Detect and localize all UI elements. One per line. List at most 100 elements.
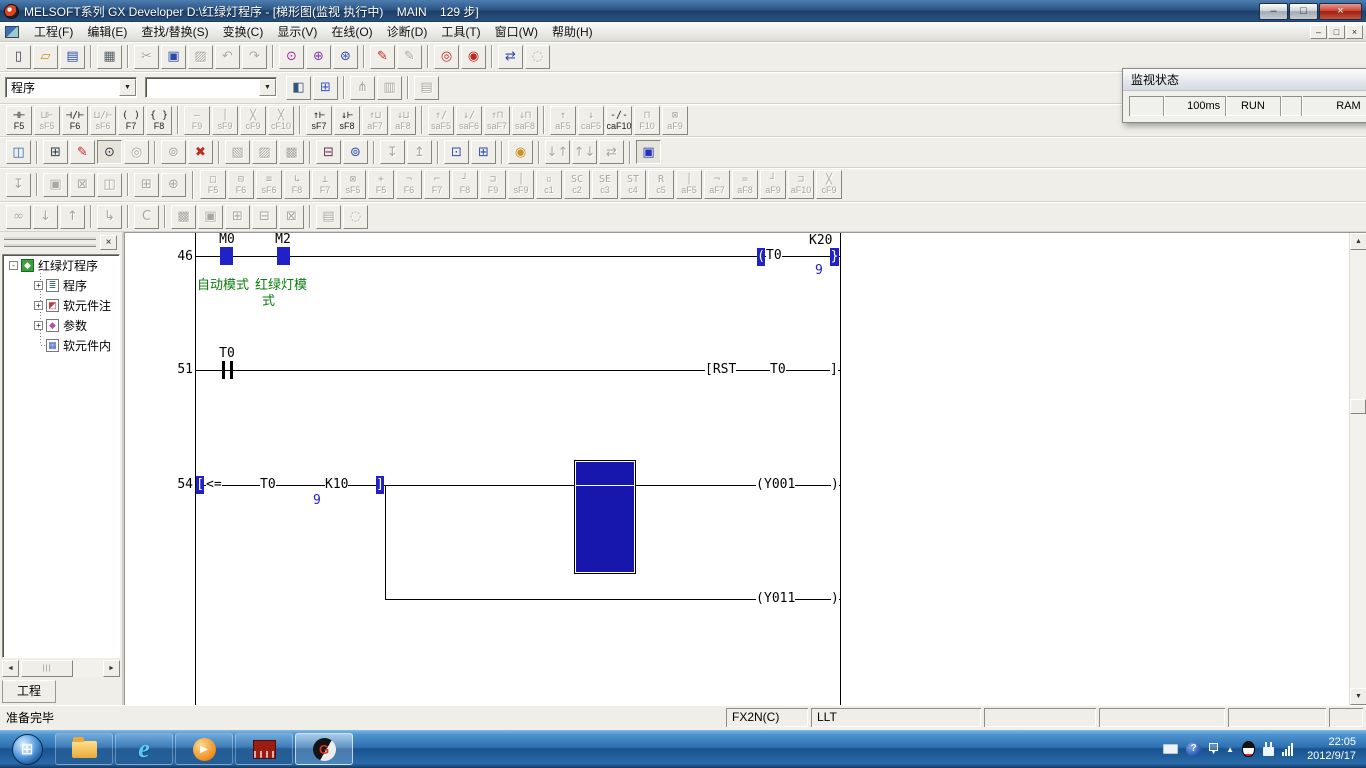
ladder-vertical-scrollbar[interactable]: ▲ ▼ [1349,233,1366,705]
scroll-down-icon[interactable]: ▼ [1350,688,1366,705]
show-hidden-icons[interactable]: ▲ [1226,745,1234,754]
panel-grip[interactable] [4,244,96,247]
tree-item-device-memory[interactable]: ▦ 软元件内 [3,335,119,355]
clock-setting-button[interactable]: ⊚ [343,140,368,164]
contact-coil-zoom-button[interactable]: ◉ [461,45,486,69]
rising-pulse-contact-button[interactable]: ↑⊢ sF7 [306,106,332,135]
write-mode-button[interactable]: ✎ [70,140,95,164]
tree-item-parameter[interactable]: + ◆ 参数 [3,315,119,335]
taskbar-explorer-button[interactable] [55,733,113,765]
monitor-status-window[interactable]: 监视状态 × 100msRUNRAM [1122,68,1366,123]
ladder-marker-button[interactable]: ✎ [370,45,395,69]
menu-item[interactable]: 显示(V) [270,21,324,42]
tree-item-device-comment[interactable]: + ◩ 软元件注 [3,295,119,315]
menu-item[interactable]: 窗口(W) [488,21,545,42]
device-combo[interactable]: ▼ [145,77,277,98]
qq-icon[interactable] [1242,741,1255,757]
chevron-down-icon[interactable]: ▼ [259,79,276,96]
save-project-button[interactable]: ▤ [60,45,85,69]
closed-contact-button[interactable]: ⊣/⊢ F6 [62,106,88,135]
minimize-button[interactable]: – [1259,3,1288,20]
expand-icon[interactable]: + [34,321,43,330]
network-signal-icon[interactable] [1282,743,1293,756]
sfc-st-rule-button: ST c4 [620,170,646,199]
rung-wire [195,485,840,486]
clock[interactable]: 22:05 2012/9/17 [1301,735,1356,763]
taskbar-ie-button[interactable]: e [115,733,173,765]
menu-item[interactable]: 变换(C) [216,21,271,42]
program-combo[interactable]: 程序 ▼ [5,77,137,98]
help-icon[interactable]: ? [1186,742,1201,757]
new-project-button[interactable]: ▯ [6,45,31,69]
block-select-button: ▩ [171,205,196,229]
close-button[interactable]: × [1319,3,1362,20]
open-project-button[interactable]: ▱ [33,45,58,69]
mdi-close-button[interactable]: × [1346,25,1363,39]
tree-item-program[interactable]: + ≣ 程序 [3,275,119,295]
scroll-left-icon[interactable]: ◄ [2,660,19,677]
menu-item[interactable]: 帮助(H) [545,21,600,42]
separator [543,106,545,134]
device-find-zoom-button[interactable]: ◎ [434,45,459,69]
clock-time: 22:05 [1307,735,1356,749]
application-instruction-button[interactable]: { } F8 [146,106,172,135]
menu-item[interactable]: 编辑(E) [80,21,134,42]
device-memory-button[interactable]: ⊟ [316,140,341,164]
write-to-plc-button[interactable]: ◫ [6,140,31,164]
taskbar-media-player-button[interactable]: ▶ [175,733,233,765]
edit-cursor-cell[interactable] [574,460,636,574]
stop-monitor-button[interactable]: ✖ [188,140,213,164]
comment-display-button[interactable]: ◧ [286,76,311,100]
zoom-in-window-button[interactable]: ⊞ [471,140,496,164]
menu-item[interactable]: 工程(F) [27,21,80,42]
scrollbar-thumb[interactable] [1350,399,1366,414]
taskbar-plc-app-button[interactable] [235,733,293,765]
zoom-out-window-button[interactable]: ⊡ [444,140,469,164]
panel-close-button[interactable]: × [100,235,117,250]
scroll-up-icon[interactable]: ▲ [1350,233,1366,250]
copy-button[interactable]: ▣ [161,45,186,69]
menu-item[interactable]: 在线(O) [324,21,379,42]
menu-item[interactable]: 工具(T) [434,21,487,42]
expand-icon[interactable]: + [34,281,43,290]
monitor-status-segment: RAM [1302,96,1366,116]
coil-button[interactable]: ( ) F7 [118,106,144,135]
monitor-window-titlebar[interactable]: 监视状态 × [1123,69,1366,91]
scrollbar-thumb[interactable]: ||| [21,660,73,677]
falling-pulse-contact-button[interactable]: ↓⊢ sF8 [334,106,360,135]
expand-icon[interactable]: + [34,301,43,310]
chevron-down-icon[interactable]: ▼ [119,79,136,96]
menu-item[interactable]: 诊断(D) [380,21,435,42]
invert-operation-button[interactable]: -∕- caF10 [606,106,632,135]
open-contact-button[interactable]: ⊣⊢ F5 [6,106,32,135]
find-device-button[interactable]: ⊕ [306,45,331,69]
power-plug-icon[interactable] [1263,747,1274,756]
find-button[interactable]: ⊙ [279,45,304,69]
ladder-mode-button[interactable]: ⊞ [43,140,68,164]
menu-item[interactable]: 查找/替换(S) [134,21,215,42]
mdi-child-icon[interactable] [5,26,19,38]
mdi-restore-button[interactable]: □ [1328,25,1345,39]
project-tab[interactable]: 工程 [2,680,56,703]
monitor-condition-button[interactable]: ▣ [636,140,661,164]
delete-horizontal-line-button: ╳ cF9 [240,106,266,135]
tree-root[interactable]: - ◆ 红绿灯程序 [3,255,119,275]
statement-display-button[interactable]: ⊞ [313,76,338,100]
tree-horizontal-scrollbar[interactable]: ◄ ||| ► [2,660,120,677]
start-button[interactable]: ⊞ [0,730,54,768]
ladder-editor[interactable]: 46 M0 M2 自动模式 红绿灯模 式 K20 ( T0 9 } 51 T0 … [124,232,1366,705]
timer-device: T0 [766,249,782,263]
restore-button[interactable]: □ [1289,3,1318,20]
find-string-button[interactable]: ⊛ [333,45,358,69]
print-button[interactable]: ▦ [97,45,122,69]
comment-zoom-button[interactable]: ◉ [508,140,533,164]
mdi-minimize-button[interactable]: – [1310,25,1327,39]
monitor-mode-button[interactable]: ⊙ [97,140,122,164]
taskbar-gx-developer-button[interactable]: G [295,733,353,765]
restore-window-icon[interactable]: ▼ [1209,743,1218,756]
scroll-right-icon[interactable]: ► [103,660,120,677]
status-segment [1329,708,1363,727]
keyboard-icon[interactable] [1163,744,1178,754]
collapse-icon[interactable]: - [9,261,18,270]
transfer-setup-button[interactable]: ⇄ [498,45,523,69]
